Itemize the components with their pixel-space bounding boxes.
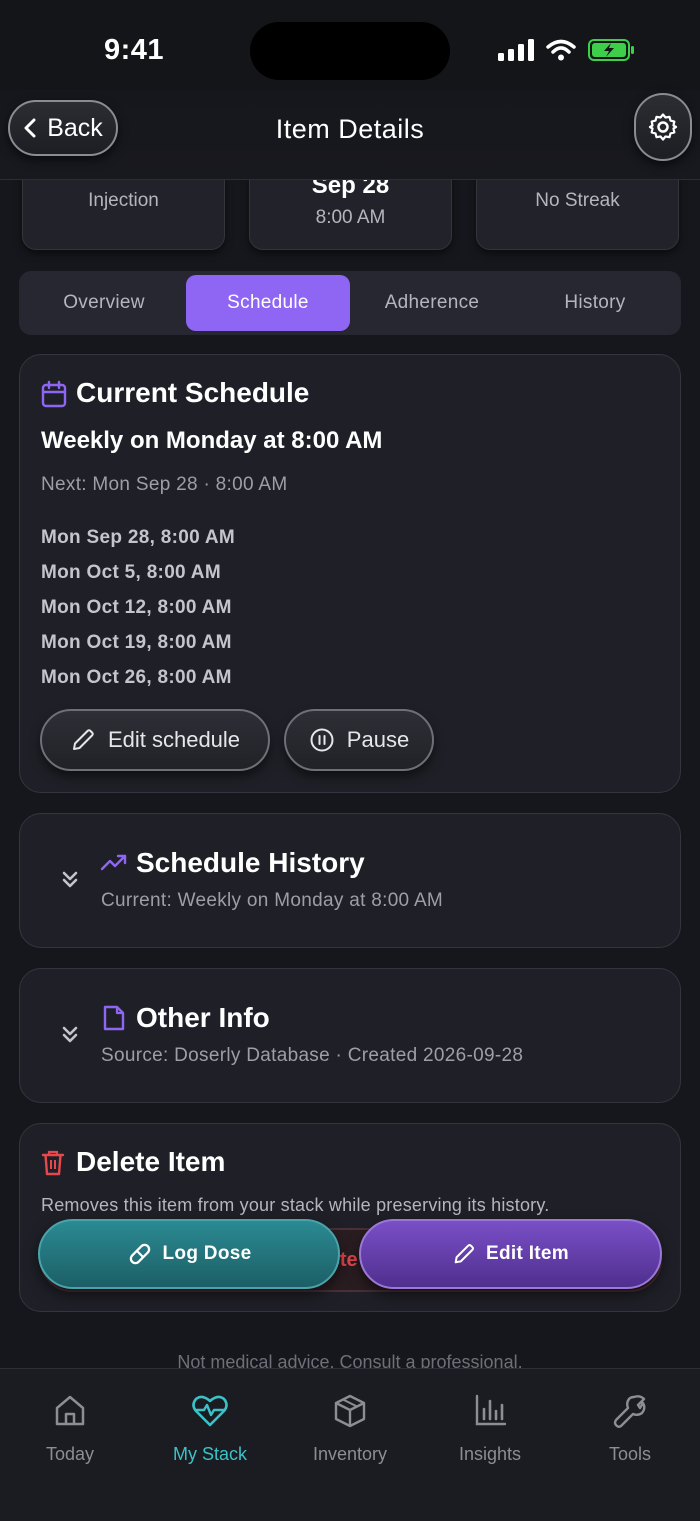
current-schedule-card: Current Schedule Weekly on Monday at 8:0… (19, 354, 681, 793)
trash-icon (41, 1150, 65, 1176)
nav-header: Back Item Details (0, 90, 700, 180)
nav-label-inventory: Inventory (312, 1444, 388, 1464)
nav-label-today: Today (45, 1444, 95, 1464)
other-info-title: Other Info (136, 1002, 270, 1033)
heart-pulse-icon (192, 1395, 228, 1427)
tab-adherence[interactable]: Adherence (350, 275, 514, 331)
box-icon (334, 1394, 366, 1428)
occurrence-item: Mon Oct 19, 8:00 AM (41, 632, 232, 653)
home-icon (55, 1395, 85, 1426)
bottom-nav: Today My Stack Inventory Insights Tools (0, 1368, 700, 1521)
page-title: Item Details (275, 114, 425, 144)
pause-icon (310, 728, 334, 752)
occurrence-item: Mon Oct 26, 8:00 AM (41, 667, 232, 688)
current-schedule-title: Current Schedule (76, 377, 310, 408)
edit-schedule-button[interactable]: Edit schedule (40, 709, 270, 771)
delete-item-description: Removes this item from your stack while … (41, 1195, 550, 1215)
tab-schedule[interactable]: Schedule (186, 275, 350, 331)
wifi-icon (546, 39, 576, 61)
stat-type-label: Injection (88, 190, 159, 211)
log-dose-button[interactable]: Log Dose (38, 1219, 340, 1289)
nav-item-today[interactable]: Today (0, 1393, 140, 1465)
status-icons (498, 38, 636, 62)
occurrence-item: Mon Oct 12, 8:00 AM (41, 597, 232, 618)
document-icon (103, 1005, 125, 1031)
occurrence-item: Mon Sep 28, 8:00 AM (41, 527, 235, 548)
other-info-card[interactable]: Other Info Source: Doserly Database · Cr… (19, 968, 681, 1103)
tab-history[interactable]: History (513, 275, 677, 331)
dynamic-island (250, 22, 450, 80)
gear-icon (648, 113, 678, 141)
signal-icon (498, 39, 534, 61)
edit-item-button[interactable]: Edit Item (359, 1219, 662, 1289)
edit-item-label: Edit Item (486, 1243, 569, 1264)
settings-button[interactable] (634, 93, 692, 161)
nav-label-tools: Tools (608, 1444, 652, 1464)
bar-chart-icon (475, 1394, 507, 1426)
segmented-tabs: Overview Schedule Adherence History (19, 271, 681, 335)
nav-item-tools[interactable]: Tools (560, 1393, 700, 1465)
nav-item-insights[interactable]: Insights (420, 1393, 560, 1465)
schedule-rule: Weekly on Monday at 8:00 AM (41, 427, 383, 454)
delete-item-title: Delete Item (76, 1146, 226, 1177)
stat-streak-label: No Streak (535, 190, 620, 211)
edit-schedule-label: Edit schedule (107, 727, 241, 752)
stat-next-time: 8:00 AM (315, 207, 386, 228)
pause-button[interactable]: Pause (284, 709, 434, 771)
log-dose-label: Log Dose (162, 1243, 252, 1264)
schedule-history-title: Schedule History (136, 847, 365, 878)
schedule-history-subtitle: Current: Weekly on Monday at 8:00 AM (101, 890, 444, 911)
tab-overview[interactable]: Overview (22, 275, 186, 331)
chevron-double-down-icon (62, 1026, 78, 1043)
nav-item-my-stack[interactable]: My Stack (140, 1393, 280, 1465)
chevron-double-down-icon (62, 871, 78, 888)
status-bar: 9:41 (0, 0, 700, 100)
pause-label: Pause (346, 727, 410, 752)
other-info-subtitle: Source: Doserly Database · Created 2026-… (101, 1045, 524, 1066)
pencil-icon (454, 1243, 475, 1264)
pill-icon (129, 1243, 150, 1265)
calendar-icon (41, 380, 67, 408)
battery-icon (588, 39, 634, 61)
occurrence-item: Mon Oct 5, 8:00 AM (41, 562, 221, 583)
wrench-icon (613, 1395, 646, 1428)
next-dose-text: Next: Mon Sep 28 · 8:00 AM (41, 474, 288, 495)
schedule-history-card[interactable]: Schedule History Current: Weekly on Mond… (19, 813, 681, 948)
pencil-icon (72, 729, 94, 750)
nav-label-insights: Insights (458, 1444, 522, 1464)
status-time: 9:41 (104, 34, 165, 66)
trending-up-icon (100, 854, 127, 871)
nav-item-inventory[interactable]: Inventory (280, 1393, 420, 1465)
nav-label-my-stack: My Stack (172, 1444, 247, 1464)
